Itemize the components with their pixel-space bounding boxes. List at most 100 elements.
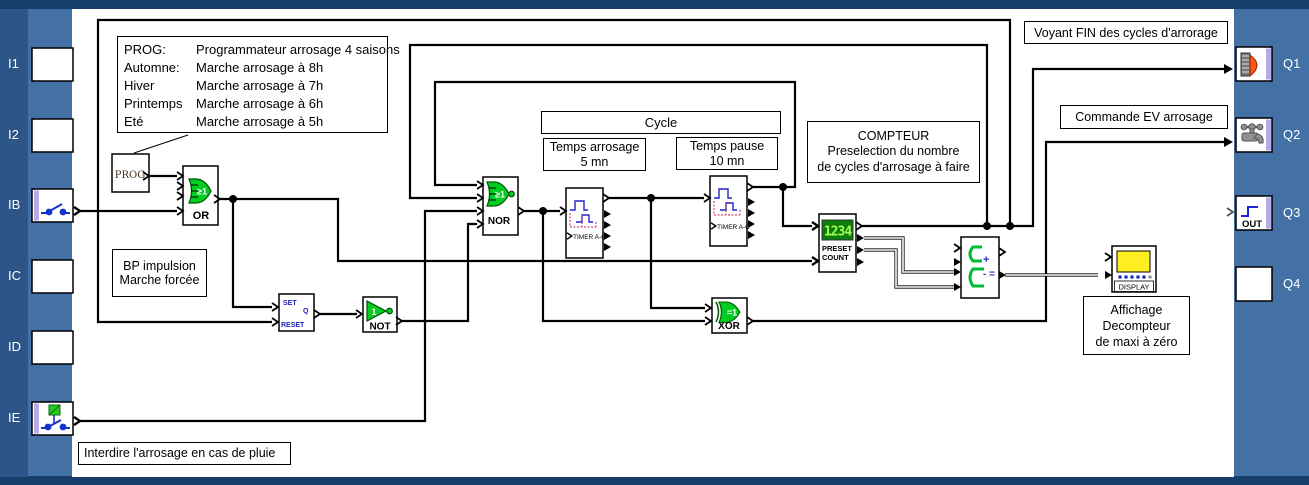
comment-box-bp-impulsion[interactable]: BP impulsion Marche forcée [112,249,207,297]
timer1-output-pin [603,194,609,202]
comment-line-label: Eté [124,113,196,131]
nor-output-pin [518,207,524,215]
svg-text:TIMER A-C: TIMER A-C [717,224,750,231]
svg-text:TIMER A-C: TIMER A-C [573,234,606,241]
temps-arrosage-line2: 5 mn [581,155,609,170]
q1-lavender-strip [1266,49,1271,80]
input-block-i2[interactable] [32,119,73,152]
comment-line-desc: Marche arrosage à 5h [196,114,323,129]
comment-box-programme[interactable]: PROG:Programmateur arrosage 4 saisons Au… [117,36,388,133]
svg-text:OUT: OUT [1242,219,1262,230]
comment-line-label: Printemps [124,95,196,113]
input-block-ib[interactable] [32,189,80,222]
set-reset-output-pin [314,310,320,318]
input-block-ic[interactable] [32,260,73,293]
wire-not-to-nor[interactable] [402,224,477,321]
display-block[interactable]: DISPLAY [1105,246,1156,292]
cycle-label: Cycle [645,115,678,130]
wire-preset-value1-to-comparator[interactable] [864,238,954,272]
input-block-id[interactable] [32,331,73,364]
svg-text:≥1: ≥1 [495,190,505,200]
set-reset-block[interactable]: SET Q RESET [272,294,320,331]
bp-line2: Marche forcée [120,273,200,287]
comment-pointer-line [134,135,188,153]
not-gate-block[interactable]: 1 NOT [356,297,402,333]
voyant-label: Voyant FIN des cycles d'arrorage [1034,26,1218,40]
comparator-output-pin [999,248,1005,256]
svg-text:≥1: ≥1 [197,187,207,197]
timer2-output-pin [747,183,753,191]
comment-box-temps-pause[interactable]: Temps pause 10 mn [676,137,778,170]
svg-text:NOR: NOR [488,216,511,227]
comment-box-interdire[interactable]: Interdire l'arrosage en cas de pluie [78,442,291,465]
comment-box-voyant-fin[interactable]: Voyant FIN des cycles d'arrorage [1024,21,1228,44]
q2-lavender-strip [1266,120,1271,151]
affichage-line2: Decompteur [1102,318,1170,334]
svg-text:OR: OR [193,210,210,222]
svg-text:=1: =1 [727,308,737,318]
ib-output-pin [74,207,80,215]
svg-text:+: + [983,254,989,266]
comment-line-label: Automne: [124,59,196,77]
commande-label: Commande EV arrosage [1075,110,1213,124]
comment-line-desc: Marche arrosage à 7h [196,78,323,93]
comment-box-commande-ev[interactable]: Commande EV arrosage [1060,105,1228,129]
svg-text:PRESET: PRESET [822,244,852,253]
affichage-line3: de maxi à zéro [1096,334,1178,350]
output-block-q3[interactable]: OUT [1227,196,1272,230]
input-block-i1[interactable] [32,48,73,81]
comment-line-label: Hiver [124,77,196,95]
timer2-block[interactable]: TIMER A-C [704,176,755,246]
comment-box-affichage[interactable]: Affichage Decompteur de maxi à zéro [1083,296,1190,355]
xor-output-pin [747,317,753,325]
affichage-line1: Affichage [1111,302,1163,318]
compteur-line3: de cycles d'arrosage à faire [817,160,969,176]
wire-timer1-to-timer2-and-xor[interactable] [609,194,705,308]
comment-box-cycle[interactable]: Cycle [541,111,781,134]
comparator-block[interactable]: + - = [954,237,1006,298]
nor-gate-block[interactable]: ≥1 NOR [477,177,524,235]
q3-lavender-strip [1266,198,1271,229]
logic-editor-window: I1 I2 IB IC ID IE Q1 Q2 Q3 Q4 [0,0,1309,485]
svg-text:PROG: PROG [115,170,145,181]
comment-line-label: PROG: [124,41,196,59]
comment-line-desc: Programmateur arrosage 4 saisons [196,42,400,57]
bp-line1: BP impulsion [123,259,196,273]
svg-text:SET: SET [283,300,297,307]
preset-counter-block[interactable]: 1234 PRESET COUNT [812,214,864,272]
svg-text:DISPLAY: DISPLAY [1118,283,1149,292]
timer1-block[interactable]: TIMER A-C [560,188,611,258]
wire-preset-value2-to-comparator[interactable] [864,250,954,287]
input-block-ie[interactable] [32,402,80,435]
svg-text:1234: 1234 [824,225,852,240]
output-block-q2[interactable] [1236,118,1272,152]
preset-output-pin [856,222,862,230]
q3-input-pin [1227,208,1233,216]
svg-text:Q: Q [303,308,309,315]
xor-gate-block[interactable]: =1 XOR [705,298,753,333]
wire-nor-to-timer1-and-xor[interactable] [524,207,705,321]
svg-text:- =: - = [983,269,995,280]
interdire-label: Interdire l'arrosage en cas de pluie [84,446,285,460]
temps-pause-line1: Temps pause [690,139,764,154]
display-screen [1117,251,1150,272]
comment-box-compteur[interactable]: COMPTEUR Preselection du nombre de cycle… [807,121,980,183]
output-block-q1[interactable] [1236,47,1272,81]
ib-lavender-strip [34,191,39,221]
temps-arrosage-line1: Temps arrosage [550,140,640,155]
svg-text:COUNT: COUNT [822,253,849,262]
compteur-line1: COMPTEUR [858,129,930,145]
ie-lavender-strip [34,404,39,434]
temps-pause-line2: 10 mn [710,154,745,169]
or-gate-block[interactable]: ≥1 OR [177,166,220,225]
svg-text:NOT: NOT [369,322,390,333]
ie-output-pin [74,417,80,425]
output-block-q4[interactable] [1236,267,1272,301]
prog-block[interactable]: PROG [112,154,149,192]
compteur-line2: Preselection du nombre [827,144,959,160]
comment-line-desc: Marche arrosage à 8h [196,60,323,75]
svg-text:XOR: XOR [718,321,740,332]
svg-text:1: 1 [371,307,376,317]
svg-text:RESET: RESET [281,322,305,329]
comment-box-temps-arrosage[interactable]: Temps arrosage 5 mn [543,138,646,171]
